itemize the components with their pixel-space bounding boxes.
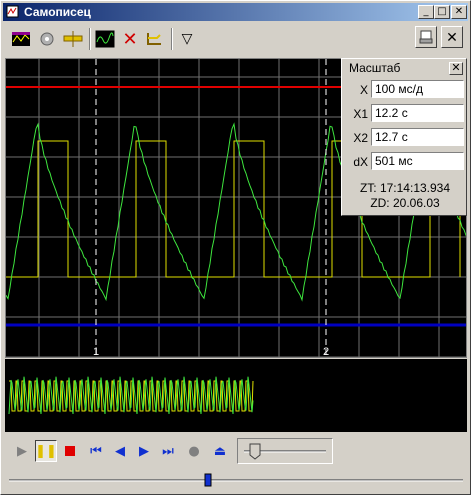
title-bar[interactable]: Самописец _ □ ✕ <box>3 3 468 21</box>
gear-icon[interactable] <box>35 27 59 51</box>
pause-icon[interactable]: ❚❚ <box>35 440 57 462</box>
skip-end-icon[interactable]: ⏭ <box>157 440 179 462</box>
x-scale-field[interactable] <box>371 80 464 98</box>
speed-slider-thumb[interactable] <box>249 443 261 460</box>
x1-label: X1 <box>353 107 368 121</box>
toolbar-separator <box>89 28 91 50</box>
zt-time: ZT: 17:14:13.934 <box>359 181 451 195</box>
x2-label: X2 <box>353 131 368 145</box>
overview-plot[interactable] <box>5 359 467 432</box>
close-button[interactable]: ✕ <box>451 5 467 19</box>
cursor-1-label: 1 <box>93 346 99 358</box>
x2-row: X2 <box>346 128 464 148</box>
scale-panel-close-button[interactable]: ✕ <box>449 62 463 75</box>
x-label: X <box>359 83 368 97</box>
waveform-icon[interactable] <box>93 27 117 51</box>
playback-controls: ▶ ❚❚ ⏮ ◀ ▶ ⏭ ● ⏏ <box>5 435 467 465</box>
dx-row: dX <box>346 152 464 172</box>
probe-icon[interactable] <box>143 27 167 51</box>
app-icon <box>6 5 19 18</box>
position-slider[interactable] <box>7 471 465 489</box>
scale-panel: Масштаб ✕ X X1 X2 dX ZT: 17:14:13.934 ZD… <box>341 58 467 216</box>
close-view-button[interactable]: ✕ <box>441 26 463 48</box>
recorder-window: Самописец _ □ ✕ ✕ ▽ ✕ 1 2 Масштаб ✕ X 10… <box>0 0 471 495</box>
x-row: X <box>346 80 464 100</box>
maximize-button[interactable]: □ <box>434 5 450 19</box>
dx-label: dX <box>353 155 368 169</box>
skip-start-icon[interactable]: ⏮ <box>85 440 107 462</box>
stop-icon[interactable] <box>59 440 81 462</box>
scale-panel-title: Масштаб <box>349 61 401 75</box>
minimize-button[interactable]: _ <box>418 5 434 19</box>
x1-field[interactable] <box>371 104 464 122</box>
step-forward-icon[interactable]: ▶ <box>133 440 155 462</box>
zd-date: ZD: 20.06.03 <box>370 196 440 210</box>
x2-field[interactable] <box>371 128 464 146</box>
window-title: Самописец <box>24 5 91 19</box>
chart-icon[interactable] <box>9 27 33 51</box>
cursor-2-label: 2 <box>323 346 329 358</box>
print-button[interactable] <box>415 26 437 48</box>
ruler-icon[interactable] <box>61 27 85 51</box>
filter-icon[interactable]: ▽ <box>175 27 199 51</box>
speed-slider[interactable] <box>237 438 333 464</box>
toolbar-separator <box>171 28 173 50</box>
record-icon[interactable]: ● <box>183 440 205 462</box>
toolbar: ✕ ▽ ✕ <box>3 23 468 57</box>
position-slider-thumb[interactable] <box>204 473 212 487</box>
step-back-icon[interactable]: ◀ <box>109 440 131 462</box>
dx-field[interactable] <box>371 152 464 170</box>
overview-strip[interactable] <box>5 359 467 432</box>
delete-icon[interactable]: ✕ <box>118 27 142 51</box>
play-icon[interactable]: ▶ <box>11 440 33 462</box>
eject-icon[interactable]: ⏏ <box>209 440 231 462</box>
x1-row: X1 <box>346 104 464 124</box>
